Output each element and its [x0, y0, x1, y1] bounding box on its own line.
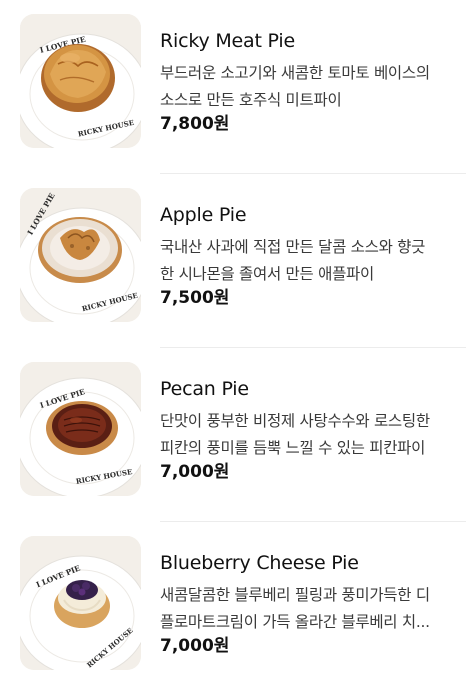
apple-pie-image: I LOVE PIE RICKY HOUSE [20, 188, 141, 322]
item-name: Pecan Pie [160, 378, 249, 400]
item-name: Blueberry Cheese Pie [160, 552, 359, 574]
item-price: 7,500원 [160, 288, 230, 308]
menu-item-ricky-meat-pie[interactable]: I LOVE PIE RICKY HOUSE Ricky Meat Pie 부드… [0, 0, 466, 174]
item-name: Ricky Meat Pie [160, 30, 295, 52]
item-description: 국내산 사과에 직접 만든 달콤 소스와 향긋 한 시나몬을 졸여서 만든 애플… [160, 238, 426, 283]
blueberry-cheese-pie-image: I LOVE PIE RICKY HOUSE [20, 536, 141, 670]
item-price: 7,000원 [160, 462, 230, 482]
menu-list: I LOVE PIE RICKY HOUSE Ricky Meat Pie 부드… [0, 0, 466, 682]
item-price: 7,800원 [160, 114, 230, 134]
menu-item-apple-pie[interactable]: I LOVE PIE RICKY HOUSE Apple Pie 국내산 사과에… [0, 174, 466, 348]
menu-item-blueberry-cheese-pie[interactable]: I LOVE PIE RICKY HOUSE Blueberry Cheese … [0, 522, 466, 682]
meat-pie-image: I LOVE PIE RICKY HOUSE [20, 14, 141, 148]
pecan-pie-image: I LOVE PIE RICKY HOUSE [20, 362, 141, 496]
item-description: 부드러운 소고기와 새콤한 토마토 베이스의 소스로 만든 호주식 미트파이 [160, 64, 430, 109]
item-name: Apple Pie [160, 204, 247, 226]
item-description: 단맛이 풍부한 비정제 사탕수수와 로스팅한 피칸의 풍미를 듬뿍 느낄 수 있… [160, 412, 430, 457]
menu-item-pecan-pie[interactable]: I LOVE PIE RICKY HOUSE Pecan Pie 단맛이 풍부한… [0, 348, 466, 522]
item-price: 7,000원 [160, 636, 230, 656]
item-description: 새콤달콤한 블루베리 필링과 풍미가득한 디 플로마트크림이 가득 올라간 블루… [160, 586, 430, 631]
